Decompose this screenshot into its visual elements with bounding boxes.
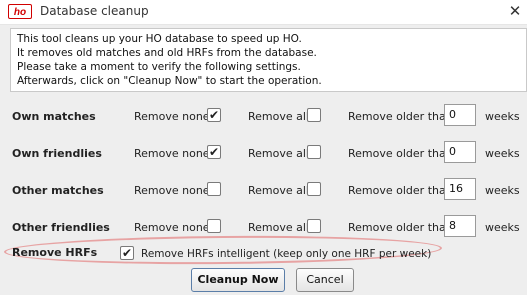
remove-hrfs-checkbox[interactable]: ✔: [120, 246, 134, 260]
remove-none-label: Remove none: [134, 184, 210, 197]
remove-all-label: Remove all: [248, 110, 309, 123]
remove-none-checkbox[interactable]: ✔: [207, 145, 221, 159]
intro-line: This tool cleans up your HO database to …: [17, 33, 302, 45]
weeks-label: weeks: [485, 221, 520, 234]
remove-all-label: Remove all: [248, 147, 309, 160]
cancel-button[interactable]: Cancel: [296, 268, 354, 292]
window-title: Database cleanup: [40, 4, 149, 18]
close-icon[interactable]: ✕: [506, 2, 524, 20]
remove-none-label: Remove none: [134, 221, 210, 234]
row-label: Other matches: [12, 184, 104, 197]
remove-none-checkbox[interactable]: [207, 182, 221, 196]
weeks-input[interactable]: 0: [444, 104, 476, 126]
remove-all-checkbox[interactable]: [307, 182, 321, 196]
title-bar: ho Database cleanup ✕: [0, 0, 527, 25]
remove-none-label: Remove none: [134, 147, 210, 160]
ho-logo-icon: ho: [8, 4, 32, 19]
intro-line: It removes old matches and old HRFs from…: [17, 47, 317, 59]
remove-older-label: Remove older than: [348, 184, 453, 197]
intro-line: Afterwards, click on "Cleanup Now" to st…: [17, 75, 322, 87]
cleanup-now-button[interactable]: Cleanup Now: [191, 268, 285, 292]
weeks-label: weeks: [485, 184, 520, 197]
intro-line: Please take a moment to verify the follo…: [17, 61, 301, 73]
remove-all-label: Remove all: [248, 221, 309, 234]
weeks-input[interactable]: 16: [444, 178, 476, 200]
remove-older-label: Remove older than: [348, 221, 453, 234]
remove-none-checkbox[interactable]: ✔: [207, 108, 221, 122]
weeks-label: weeks: [485, 110, 520, 123]
row-label: Other friendlies: [12, 221, 110, 234]
remove-older-label: Remove older than: [348, 147, 453, 160]
remove-all-checkbox[interactable]: [307, 108, 321, 122]
row-own-matches: Own matches Remove none ✔ Remove all Rem…: [0, 103, 527, 131]
remove-all-checkbox[interactable]: [307, 219, 321, 233]
weeks-label: weeks: [485, 147, 520, 160]
row-label: Own friendlies: [12, 147, 102, 160]
row-own-friendlies: Own friendlies Remove none ✔ Remove all …: [0, 140, 527, 168]
row-label: Own matches: [12, 110, 96, 123]
remove-all-label: Remove all: [248, 184, 309, 197]
weeks-input[interactable]: 0: [444, 141, 476, 163]
row-other-matches: Other matches Remove none Remove all Rem…: [0, 177, 527, 205]
remove-none-label: Remove none: [134, 110, 210, 123]
intro-text-box: This tool cleans up your HO database to …: [10, 28, 527, 92]
remove-hrfs-label: Remove HRFs: [12, 246, 98, 259]
remove-none-checkbox[interactable]: [207, 219, 221, 233]
weeks-input[interactable]: 8: [444, 215, 476, 237]
remove-older-label: Remove older than: [348, 110, 453, 123]
remove-all-checkbox[interactable]: [307, 145, 321, 159]
remove-hrfs-option-label: Remove HRFs intelligent (keep only one H…: [141, 248, 432, 260]
